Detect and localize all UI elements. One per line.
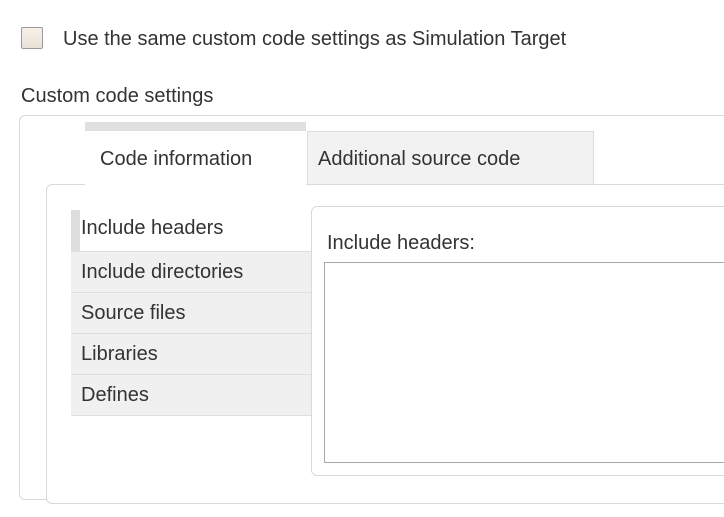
include-headers-label: Include headers: bbox=[327, 232, 475, 254]
tab-additional-source-code-label[interactable]: Additional source code bbox=[318, 147, 520, 171]
same-settings-checkbox-label[interactable]: Use the same custom code settings as Sim… bbox=[63, 27, 566, 51]
list-item-libraries[interactable]: Libraries bbox=[71, 333, 313, 374]
list-item-defines[interactable]: Defines bbox=[71, 374, 313, 415]
list-item-source-files[interactable]: Source files bbox=[71, 292, 313, 333]
same-settings-checkbox[interactable] bbox=[21, 27, 43, 49]
list-divider bbox=[71, 415, 313, 416]
category-list: Include headers Include directories Sour… bbox=[71, 210, 313, 416]
tab-code-information-label[interactable]: Code information bbox=[100, 147, 252, 171]
list-item-include-headers[interactable]: Include headers bbox=[71, 210, 313, 251]
list-item-include-directories[interactable]: Include directories bbox=[71, 251, 313, 292]
section-title: Custom code settings bbox=[21, 85, 214, 107]
include-headers-textarea[interactable] bbox=[324, 262, 724, 463]
